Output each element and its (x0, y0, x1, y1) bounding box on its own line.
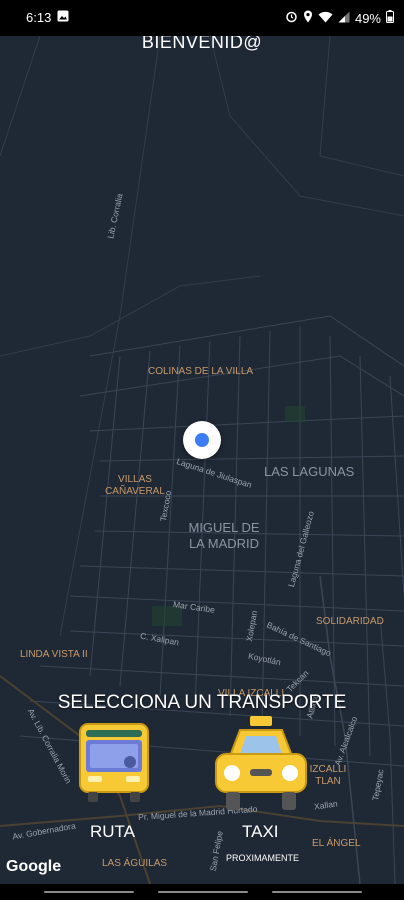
status-bar: 6:13 49% (0, 0, 404, 36)
route-label: RUTA (90, 822, 136, 841)
map[interactable]: COLINAS DE LA VILLA VILLAS CAÑAVERAL LAS… (0, 35, 404, 885)
place-aguilas: LAS ÁGUILAS (102, 858, 168, 869)
status-left: 6:13 (26, 10, 69, 25)
taxi-label: TAXI (242, 822, 279, 841)
status-battery: 49% (354, 10, 381, 26)
taxi-icon (215, 716, 307, 810)
taxi-button[interactable] (212, 716, 310, 812)
nav-pill-center[interactable] (158, 891, 248, 893)
image-icon (57, 10, 69, 25)
place-angel: EL ÁNGEL (312, 838, 361, 849)
navigation-bar (0, 884, 404, 900)
alarm-icon (285, 10, 298, 26)
place-miguel: MIGUEL DE LA MADRID (188, 520, 260, 551)
place-villas: VILLAS CAÑAVERAL (105, 474, 165, 497)
bus-icon (79, 723, 149, 802)
place-lagunas: LAS LAGUNAS (264, 464, 355, 479)
nav-pill-left[interactable] (44, 891, 134, 893)
place-izcalli: IZCALLI TLAN (309, 764, 347, 787)
place-colinas: COLINAS DE LA VILLA (148, 366, 254, 377)
place-solidaridad: SOLIDARIDAD (316, 616, 384, 627)
place-proximamente: PROXIMAMENTE (226, 853, 300, 863)
nav-pill-right[interactable] (272, 891, 362, 893)
screen: 6:13 49% COLINAS DE LA VILLA VILLAS CAÑA… (0, 0, 404, 900)
wifi-icon (318, 11, 333, 26)
signal-icon (338, 11, 350, 26)
battery-icon (386, 10, 394, 26)
place-linda: LINDA VISTA II (20, 649, 88, 660)
select-transport-title: SELECCIONA UN TRANSPORTE (57, 692, 347, 713)
location-dot (183, 421, 221, 459)
google-attribution: Google (6, 858, 62, 875)
status-right: 49% (285, 10, 394, 26)
location-icon (303, 10, 313, 26)
status-time: 6:13 (26, 10, 52, 25)
route-button[interactable] (78, 722, 150, 804)
